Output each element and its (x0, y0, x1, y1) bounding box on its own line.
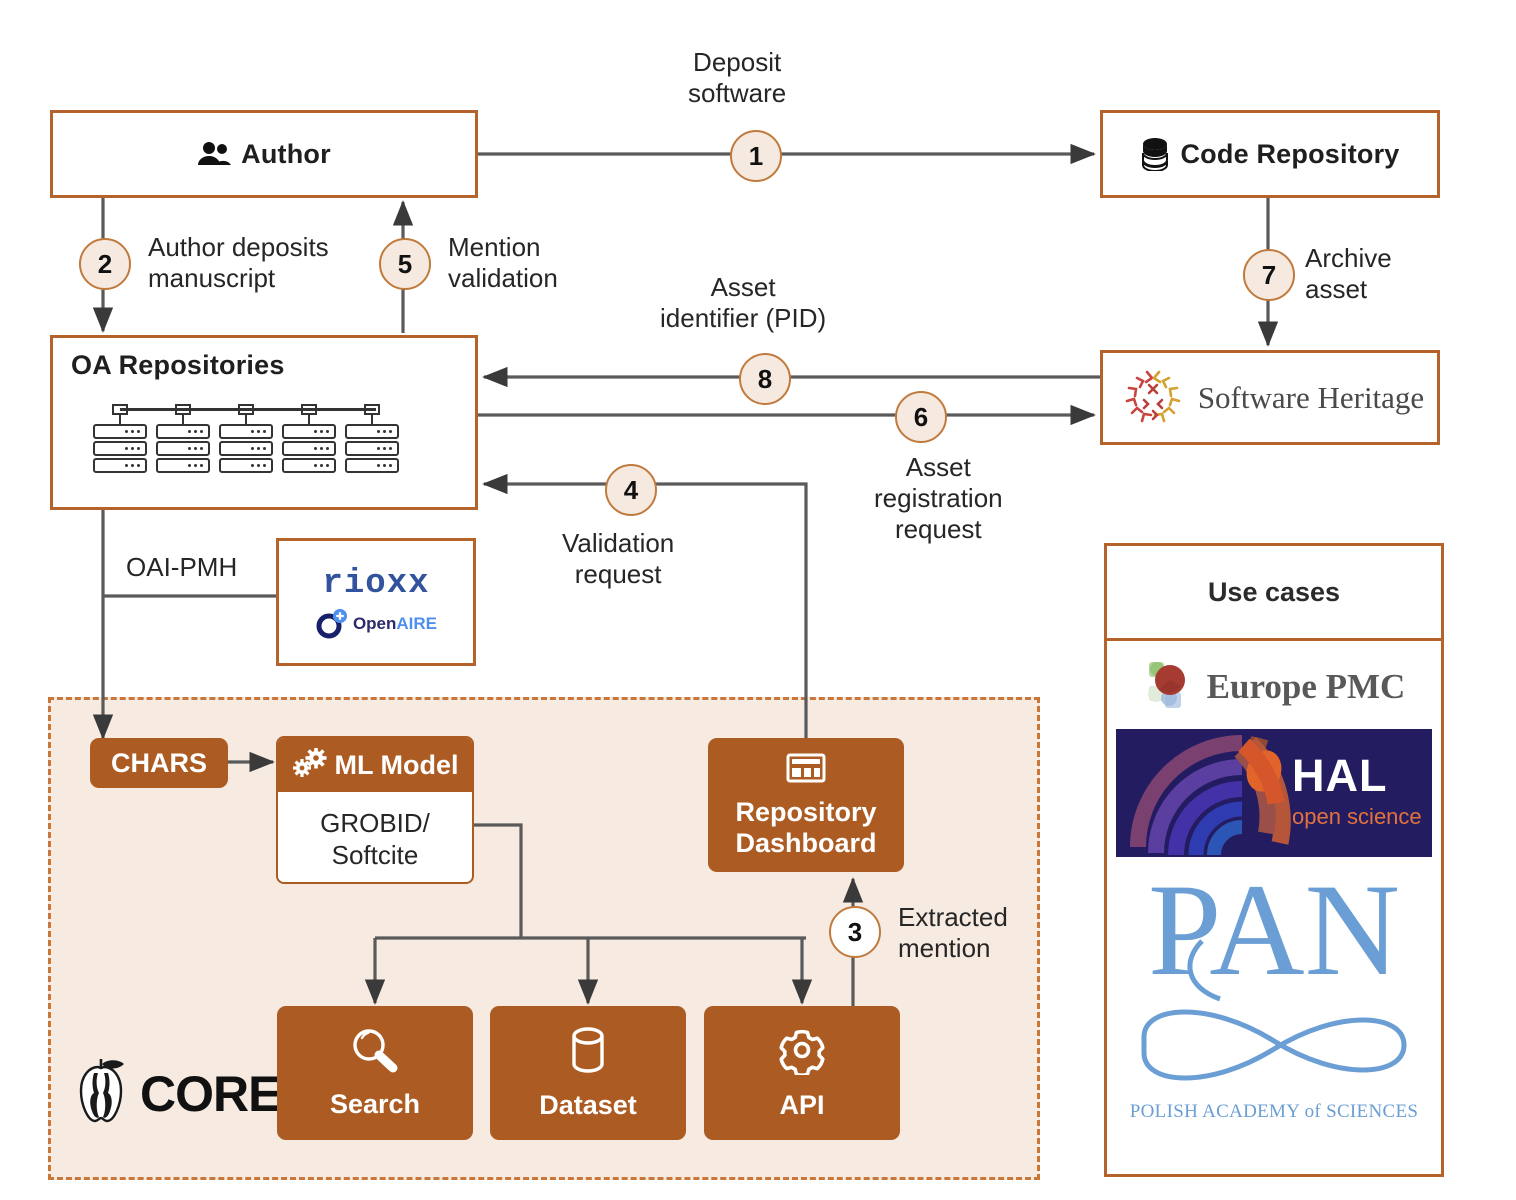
badge-step-2: 2 (79, 238, 131, 290)
node-search[interactable]: Search (277, 1006, 473, 1140)
edge-label-asset-identifier-pid: Asset identifier (PID) (660, 272, 827, 334)
edge-label-oai-pmh: OAI-PMH (126, 552, 238, 582)
node-software-heritage-label: Software Heritage (1197, 379, 1425, 415)
magnifier-icon (349, 1026, 401, 1079)
use-case-label-hal: HAL open science (1292, 750, 1422, 829)
use-cases-list: Europe PMC HAL open science PAN POLISH A… (1107, 641, 1441, 1177)
core-logo-group: CORE (68, 1055, 281, 1132)
use-case-item-pan[interactable]: PAN POLISH ACADEMY of SCIENCES (1116, 863, 1432, 1135)
badge-step-5: 5 (379, 238, 431, 290)
use-case-caption-pan: POLISH ACADEMY of SCIENCES (1129, 1101, 1419, 1122)
edge-label-validation-request: Validation request (562, 528, 675, 590)
node-ml-model-label: ML Model (334, 749, 459, 780)
node-author-label: Author (241, 138, 331, 169)
node-api-label: API (779, 1090, 825, 1121)
node-oa-repositories-label: OA Repositories (71, 350, 285, 380)
people-icon (197, 141, 232, 167)
badge-step-3: 3 (829, 906, 881, 958)
badge-step-7: 7 (1243, 249, 1295, 301)
badge-step-1: 1 (730, 130, 782, 182)
europe-pmc-logo (1143, 656, 1201, 719)
node-ml-model-body: GROBID/ Softcite (320, 807, 430, 871)
node-dataset-label: Dataset (539, 1090, 637, 1121)
diagram-canvas: Author Code Repository OA Repositories S… (0, 0, 1516, 1200)
node-api[interactable]: API (704, 1006, 900, 1140)
core-label: CORE (140, 1065, 281, 1122)
node-chars[interactable]: CHARS (90, 738, 228, 788)
server-rack-icon (93, 404, 399, 475)
gears-icon (292, 747, 328, 783)
edge-label-author-deposits-manuscript: Author deposits manuscript (148, 232, 329, 294)
rioxx-logo: rioxx (322, 565, 430, 603)
database-icon (1140, 137, 1170, 172)
node-repository-dashboard-label: Repository Dashboard (735, 797, 877, 858)
node-code-repository[interactable]: Code Repository (1100, 110, 1440, 198)
use-case-label-europe-pmc: Europe PMC (1206, 667, 1406, 706)
use-cases-heading: Use cases (1107, 546, 1441, 641)
node-oa-repositories[interactable]: OA Repositories (50, 335, 478, 510)
node-repository-dashboard[interactable]: Repository Dashboard (708, 738, 904, 872)
edge-label-mention-validation: Mention validation (448, 232, 558, 294)
badge-step-8: 8 (739, 353, 791, 405)
node-search-label: Search (329, 1089, 421, 1120)
edge-label-archive-asset: Archive asset (1305, 243, 1392, 305)
node-author[interactable]: Author (50, 110, 478, 198)
node-software-heritage[interactable]: Software Heritage (1100, 350, 1440, 445)
pan-logo: PAN (1141, 869, 1407, 1081)
node-rioxx-openaire[interactable]: rioxx OpenAIRE (276, 538, 476, 666)
use-cases-panel: Use cases Europe PMC HAL open science PA… (1104, 543, 1444, 1177)
dashboard-icon (786, 752, 826, 789)
edge-label-asset-registration-request: Asset registration request (874, 452, 1003, 545)
node-dataset[interactable]: Dataset (490, 1006, 686, 1140)
use-case-item-hal[interactable]: HAL open science (1116, 729, 1432, 857)
software-heritage-logo (1116, 361, 1190, 435)
badge-step-6: 6 (895, 391, 947, 443)
svg-text:PAN: PAN (1148, 869, 1400, 1003)
node-code-repository-label: Code Repository (1180, 138, 1400, 169)
cylinder-icon (566, 1025, 610, 1080)
gear-icon (777, 1025, 827, 1080)
edge-label-deposit-software: Deposit software (688, 47, 787, 109)
edge-label-extracted-mention: Extracted mention (898, 902, 1008, 964)
use-case-item-europe-pmc[interactable]: Europe PMC (1115, 651, 1433, 723)
node-chars-label: CHARS (110, 747, 207, 778)
openaire-logo: OpenAIRE (315, 609, 437, 639)
apple-core-icon (68, 1055, 134, 1132)
ml-model-header: ML Model (278, 738, 472, 792)
badge-step-4: 4 (605, 464, 657, 516)
node-ml-model[interactable]: ML Model GROBID/ Softcite (276, 736, 474, 884)
